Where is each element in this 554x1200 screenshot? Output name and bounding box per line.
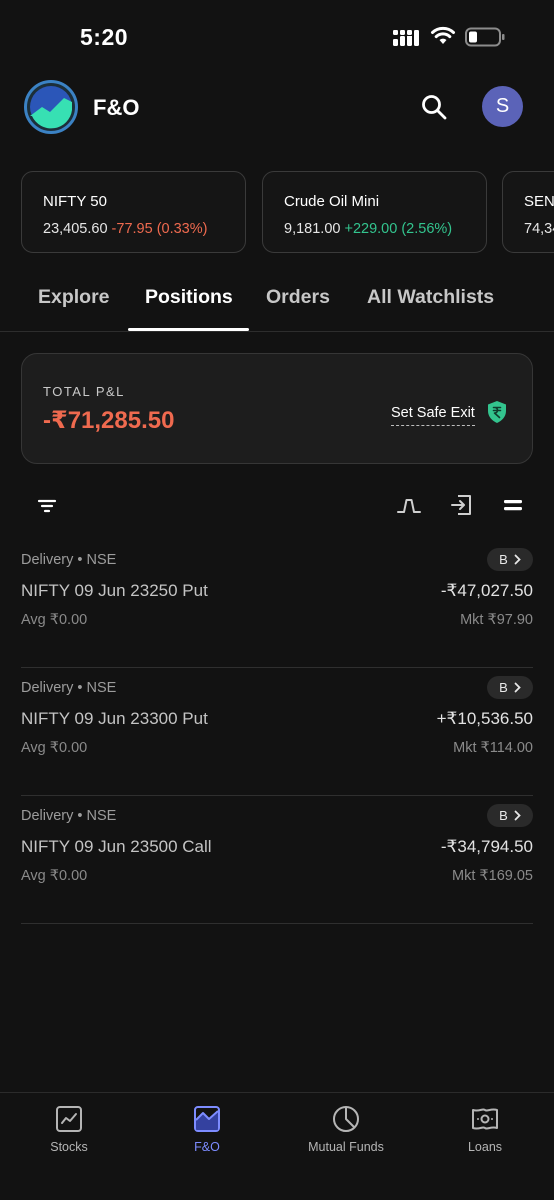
position-pnl: -₹47,027.50 — [440, 581, 533, 600]
section-tabs: Explore Positions Orders All Watchlists — [0, 270, 554, 332]
rupee-shield-icon[interactable] — [486, 400, 508, 424]
nav-label: Stocks — [50, 1140, 88, 1154]
status-time: 5:20 — [80, 24, 129, 50]
stocks-chart-icon — [56, 1106, 82, 1132]
index-value: 74,34 — [524, 221, 554, 237]
position-market-price: Mkt ₹114.00 — [453, 740, 533, 756]
compact-view-icon[interactable] — [500, 493, 526, 517]
position-avg-price: Avg ₹0.00 — [21, 740, 88, 756]
loans-cash-icon — [472, 1108, 498, 1130]
page-title: F&O — [93, 95, 140, 120]
set-safe-exit-button[interactable]: Set Safe Exit — [391, 405, 475, 426]
index-name: SENS — [524, 193, 554, 210]
index-name: NIFTY 50 — [43, 193, 107, 210]
position-row[interactable]: Delivery • NSE B NIFTY 09 Jun 23500 Call… — [21, 796, 533, 924]
position-avg-price: Avg ₹0.00 — [21, 868, 88, 884]
position-pnl: -₹34,794.50 — [440, 837, 533, 856]
total-pnl-value: -₹71,285.50 — [43, 407, 175, 434]
position-product-exchange: Delivery • NSE — [21, 808, 117, 824]
nav-label: Loans — [467, 1140, 503, 1154]
active-tab-indicator — [128, 328, 249, 331]
position-market-price: Mkt ₹97.90 — [460, 612, 533, 628]
total-pnl-card: TOTAL P&L -₹71,285.50 Set Safe Exit — [21, 353, 533, 464]
pie-chart-icon — [333, 1106, 359, 1132]
app-header: F&O S — [0, 76, 554, 142]
nav-label: F&O — [194, 1140, 220, 1154]
index-value: 23,405.60 — [43, 221, 108, 237]
position-instrument: NIFTY 09 Jun 23250 Put — [21, 581, 208, 600]
position-pnl: +₹10,536.50 — [436, 709, 533, 728]
position-side-badge[interactable]: B — [487, 676, 533, 699]
tab-explore[interactable]: Explore — [38, 286, 110, 309]
filter-icon[interactable] — [34, 493, 60, 517]
index-card-crude-oil-mini[interactable]: Crude Oil Mini 9,181.00 +229.00 (2.56%) — [262, 171, 487, 253]
nav-item-mutual-funds[interactable]: Mutual Funds — [277, 1093, 415, 1200]
avatar[interactable]: S — [482, 86, 523, 127]
position-avg-price: Avg ₹0.00 — [21, 612, 88, 628]
chevron-right-icon — [514, 810, 521, 821]
payoff-chart-icon[interactable] — [396, 493, 422, 517]
chevron-right-icon — [514, 554, 521, 565]
index-values: 9,181.00 +229.00 (2.56%) — [284, 221, 452, 237]
nav-item-stocks[interactable]: Stocks — [0, 1093, 138, 1200]
position-side-label: B — [499, 680, 508, 695]
bottom-navigation: Stocks F&O Mutual Funds Loans — [0, 1092, 554, 1200]
nav-item-loans[interactable]: Loans — [416, 1093, 554, 1200]
index-values: 23,405.60 -77.95 (0.33%) — [43, 221, 207, 237]
positions-toolbar — [0, 490, 554, 520]
search-icon[interactable] — [419, 92, 449, 122]
index-name: Crude Oil Mini — [284, 193, 380, 210]
chevron-right-icon — [514, 682, 521, 693]
index-change: +229.00 (2.56%) — [344, 221, 453, 237]
position-product-exchange: Delivery • NSE — [21, 552, 117, 568]
positions-list: Delivery • NSE B NIFTY 09 Jun 23250 Put … — [21, 540, 533, 924]
tab-orders[interactable]: Orders — [266, 286, 330, 309]
index-value: 9,181.00 — [284, 221, 341, 237]
cellular-signal-icon — [393, 30, 419, 46]
status-bar: 5:20 — [0, 0, 554, 76]
position-instrument: NIFTY 09 Jun 23300 Put — [21, 709, 208, 728]
position-side-label: B — [499, 552, 508, 567]
exit-positions-icon[interactable] — [448, 493, 474, 517]
nav-label: Mutual Funds — [308, 1140, 384, 1154]
position-side-badge[interactable]: B — [487, 804, 533, 827]
index-change: -77.95 (0.33%) — [111, 221, 208, 237]
tab-all-watchlists[interactable]: All Watchlists — [367, 286, 494, 309]
index-ticker-strip[interactable]: NIFTY 50 23,405.60 -77.95 (0.33%) Crude … — [0, 171, 554, 255]
wifi-icon — [431, 26, 455, 44]
position-instrument: NIFTY 09 Jun 23500 Call — [21, 837, 212, 856]
position-side-label: B — [499, 808, 508, 823]
index-card-nifty-50[interactable]: NIFTY 50 23,405.60 -77.95 (0.33%) — [21, 171, 246, 253]
tab-positions[interactable]: Positions — [145, 286, 233, 309]
position-row[interactable]: Delivery • NSE B NIFTY 09 Jun 23300 Put … — [21, 668, 533, 796]
fno-icon — [194, 1106, 220, 1132]
position-side-badge[interactable]: B — [487, 548, 533, 571]
position-row[interactable]: Delivery • NSE B NIFTY 09 Jun 23250 Put … — [21, 540, 533, 668]
total-pnl-label: TOTAL P&L — [43, 384, 125, 399]
app-logo-icon — [24, 80, 78, 134]
nav-item-fno[interactable]: F&O — [138, 1093, 276, 1200]
battery-icon — [465, 27, 505, 47]
position-market-price: Mkt ₹169.05 — [452, 868, 533, 884]
position-product-exchange: Delivery • NSE — [21, 680, 117, 696]
index-card-sensex[interactable]: SENS 74,34 — [502, 171, 554, 253]
index-values: 74,34 — [524, 221, 554, 237]
